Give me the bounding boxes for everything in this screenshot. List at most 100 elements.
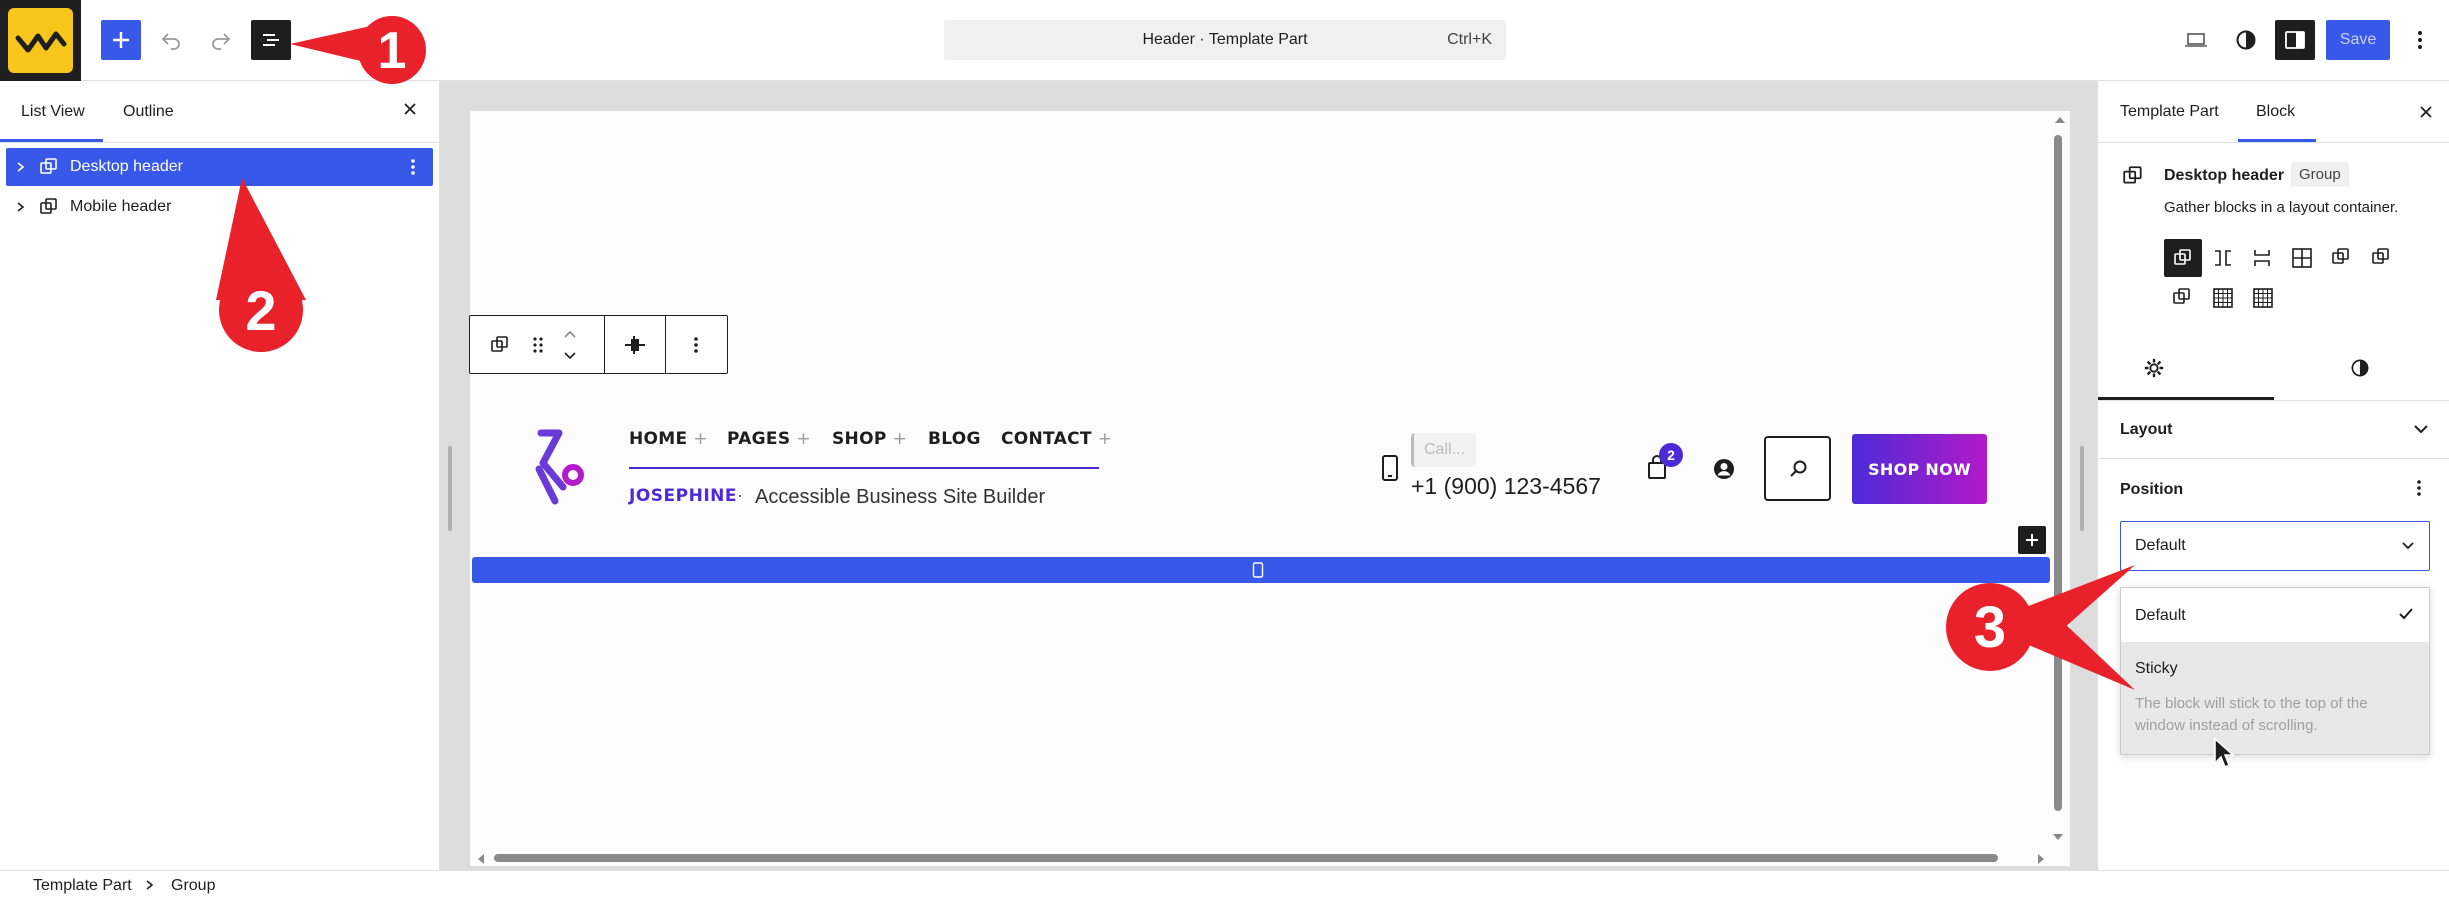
- check-icon: [2399, 608, 2413, 620]
- search-icon: [1790, 460, 1807, 477]
- position-select[interactable]: Default: [2120, 521, 2430, 571]
- mobile-header-block-selected[interactable]: [472, 557, 2050, 583]
- scroll-down-arrow[interactable]: [2052, 832, 2064, 842]
- horizontal-scrollbar[interactable]: [494, 854, 1998, 862]
- chevron-down-icon: [2402, 542, 2414, 550]
- scroll-right-arrow[interactable]: [2036, 853, 2046, 865]
- annotation-label: 2: [245, 279, 276, 342]
- close-icon: [404, 103, 416, 115]
- toolbar-divider: [604, 316, 605, 373]
- scroll-left-arrow[interactable]: [476, 853, 486, 865]
- resize-handle-left[interactable]: [448, 446, 452, 531]
- chevron-down-icon[interactable]: [2413, 422, 2429, 436]
- redo-icon: [212, 33, 231, 50]
- scroll-up-arrow[interactable]: [2054, 115, 2065, 127]
- position-select-value: Default: [2135, 537, 2186, 554]
- group-block-icon: [2123, 166, 2142, 184]
- options-button[interactable]: [2405, 20, 2435, 60]
- group-block-icon[interactable]: [490, 335, 510, 355]
- nav-item-home[interactable]: HOME +: [629, 429, 708, 449]
- grid-variation-icon[interactable]: [2291, 247, 2313, 269]
- contrast-icon[interactable]: [2349, 357, 2371, 379]
- breadcrumb-item-group[interactable]: Group: [171, 877, 215, 895]
- resize-handle-right[interactable]: [2080, 446, 2084, 531]
- undo-icon: [161, 33, 180, 50]
- stack-variation-icon[interactable]: [2252, 247, 2272, 269]
- grid-pattern-icon[interactable]: [2212, 287, 2234, 309]
- tab-list-view[interactable]: List View: [21, 103, 85, 121]
- command-palette-button[interactable]: Header · Template Part Ctrl+K: [944, 20, 1506, 60]
- nav-item-blog[interactable]: BLOG: [928, 429, 981, 449]
- tab-outline[interactable]: Outline: [123, 103, 174, 121]
- undo-button[interactable]: [153, 20, 189, 60]
- tagline-separator: ·: [737, 485, 743, 505]
- block-title: Desktop header: [2164, 167, 2285, 184]
- cart-count-badge: 2: [1659, 443, 1683, 467]
- option-sticky[interactable]: Sticky The block will stick to the top o…: [2121, 642, 2429, 754]
- more-vertical-icon[interactable]: [2416, 478, 2422, 498]
- inserter-button[interactable]: [2018, 526, 2046, 554]
- layout-panel-title[interactable]: Layout: [2120, 421, 2172, 439]
- document-title: Header · Template Part: [1142, 31, 1308, 48]
- shortcut-hint: Ctrl+K: [1447, 31, 1492, 48]
- nav-item-shop[interactable]: SHOP +: [832, 429, 907, 449]
- grid-pattern-icon[interactable]: [2252, 287, 2274, 309]
- plus-icon: [2026, 534, 2038, 546]
- close-icon: [2420, 106, 2432, 118]
- styles-button[interactable]: [2226, 20, 2266, 60]
- row-variation-icon[interactable]: [2212, 248, 2234, 268]
- more-vertical-icon: [2418, 31, 2422, 49]
- annotation-label: 1: [378, 22, 407, 80]
- save-button[interactable]: Save: [2326, 20, 2390, 60]
- drag-handle-icon[interactable]: [532, 335, 544, 355]
- breadcrumb-item-template-part[interactable]: Template Part: [33, 877, 132, 895]
- move-down-icon[interactable]: [562, 350, 578, 362]
- device-preview-button[interactable]: [2176, 20, 2216, 60]
- block-description: Gather blocks in a layout container.: [2164, 199, 2399, 216]
- site-tagline: Accessible Business Site Builder: [755, 486, 1046, 508]
- chevron-right-icon: [17, 162, 25, 172]
- divider: [2098, 142, 2449, 143]
- add-block-button[interactable]: [101, 20, 141, 60]
- list-item-label: Mobile header: [70, 198, 172, 215]
- phone-number: +1 (900) 123-4567: [1411, 473, 1601, 499]
- block-variation-badge: Group: [2291, 162, 2349, 187]
- more-vertical-icon[interactable]: [410, 157, 416, 177]
- more-vertical-icon[interactable]: [693, 335, 699, 355]
- group-block-icon: [2174, 249, 2191, 265]
- close-settings-button[interactable]: [2413, 99, 2439, 125]
- logo-icon: [8, 8, 73, 73]
- desktop-icon: [2185, 33, 2207, 47]
- option-description: The block will stick to the top of the w…: [2135, 695, 2368, 734]
- redo-button[interactable]: [203, 20, 239, 60]
- annotation-arrow-1: 1: [290, 16, 426, 84]
- site-logo-button[interactable]: [0, 0, 81, 81]
- annotation-label: 3: [1974, 595, 2006, 660]
- divider: [2098, 400, 2449, 401]
- divider: [0, 142, 440, 143]
- search-button[interactable]: [1764, 436, 1831, 501]
- tab-template-part[interactable]: Template Part: [2120, 103, 2219, 121]
- pattern-icon[interactable]: [2371, 247, 2391, 267]
- nav-underline: [629, 467, 1099, 469]
- close-list-view-button[interactable]: [396, 95, 424, 123]
- option-default[interactable]: Default: [2121, 588, 2429, 642]
- move-up-icon[interactable]: [562, 328, 578, 340]
- gear-icon[interactable]: [2143, 357, 2165, 379]
- pattern-icon[interactable]: [2172, 287, 2192, 307]
- plus-icon: [113, 32, 129, 48]
- plus-icon: +: [693, 429, 708, 449]
- account-icon[interactable]: [1713, 458, 1735, 480]
- plus-icon: +: [796, 429, 811, 449]
- pattern-icon[interactable]: [2331, 247, 2351, 267]
- sidebar-icon: [2285, 31, 2305, 49]
- variation-group-button[interactable]: [2164, 239, 2202, 277]
- nav-item-pages[interactable]: PAGES +: [727, 429, 811, 449]
- settings-toggle-button[interactable]: [2275, 20, 2315, 60]
- justify-center-icon[interactable]: [623, 333, 647, 357]
- nav-item-contact[interactable]: CONTACT +: [1001, 429, 1112, 449]
- plus-icon: +: [892, 429, 908, 449]
- shop-now-button[interactable]: SHOP NOW: [1852, 434, 1987, 504]
- toolbar-divider: [665, 316, 666, 373]
- tab-block[interactable]: Block: [2256, 103, 2295, 121]
